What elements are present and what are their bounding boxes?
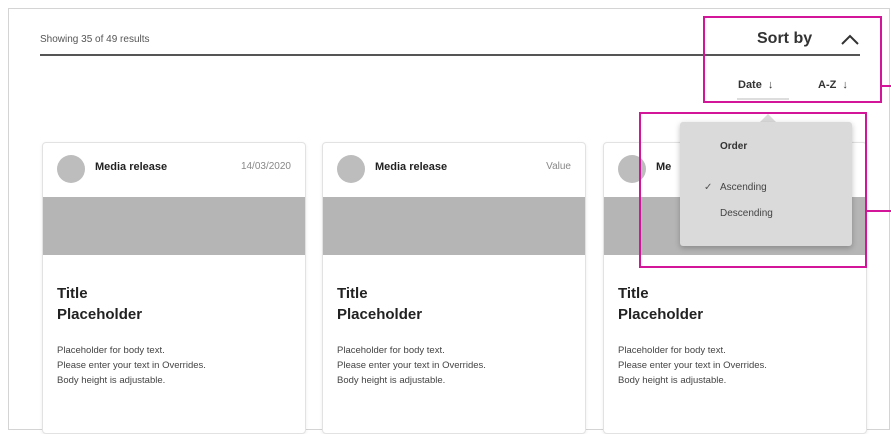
sort-highlight-leader — [882, 85, 891, 87]
result-card[interactable]: Media release Value Title Placeholder Pl… — [322, 142, 586, 434]
card-body-line: Placeholder for body text. — [337, 345, 445, 356]
card-title-line: Title — [337, 285, 368, 302]
card-title-line: Placeholder — [618, 306, 704, 323]
card-title: Title Placeholder — [618, 283, 703, 325]
card-tag: Media release — [375, 161, 448, 173]
card-image-placeholder — [43, 197, 305, 255]
card-body-line: Body height is adjustable. — [57, 375, 166, 386]
avatar — [337, 155, 365, 183]
card-title-line: Title — [618, 285, 649, 302]
popover-highlight-leader — [867, 210, 891, 212]
avatar — [57, 155, 85, 183]
card-title: Title Placeholder — [337, 283, 422, 325]
card-body: Placeholder for body text. Please enter … — [57, 343, 206, 388]
result-card[interactable]: Media release 14/03/2020 Title Placehold… — [42, 142, 306, 434]
card-title-line: Title — [57, 285, 88, 302]
card-value: Value — [546, 161, 571, 172]
results-count: Showing 35 of 49 results — [40, 34, 150, 45]
sort-highlight-box — [703, 16, 882, 103]
card-title: Title Placeholder — [57, 283, 142, 325]
card-tag: Media release — [95, 161, 168, 173]
card-body-line: Body height is adjustable. — [337, 375, 446, 386]
card-body-line: Please enter your text in Overrides. — [618, 360, 767, 371]
card-body: Placeholder for body text. Please enter … — [618, 343, 767, 388]
card-title-line: Placeholder — [57, 306, 143, 323]
card-body: Placeholder for body text. Please enter … — [337, 343, 486, 388]
card-body-line: Please enter your text in Overrides. — [57, 360, 206, 371]
card-image-placeholder — [323, 197, 585, 255]
card-body-line: Placeholder for body text. — [57, 345, 165, 356]
card-body-line: Please enter your text in Overrides. — [337, 360, 486, 371]
card-body-line: Placeholder for body text. — [618, 345, 726, 356]
card-date: 14/03/2020 — [240, 161, 291, 172]
card-body-line: Body height is adjustable. — [618, 375, 727, 386]
card-title-line: Placeholder — [337, 306, 423, 323]
popover-highlight-box — [639, 112, 867, 268]
